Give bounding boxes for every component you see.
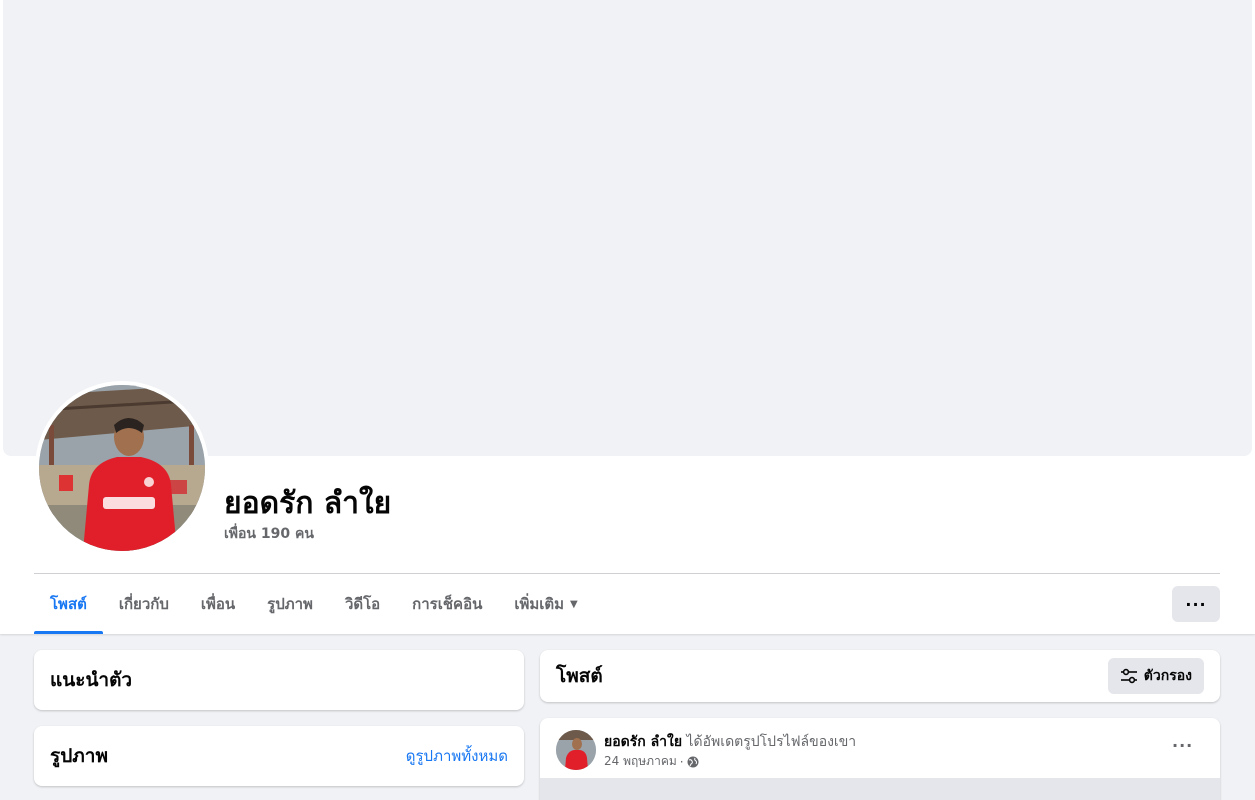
tab-friends-label: เพื่อน (200, 595, 236, 613)
profile-name: ยอดรัก ลำใย (224, 486, 392, 521)
tab-videos[interactable]: วิดีโอ (329, 574, 396, 634)
tab-photos[interactable]: รูปภาพ (251, 574, 329, 634)
tab-checkins-label: การเช็คอิน (412, 595, 483, 613)
post-author-name[interactable]: ยอดรัก ลำใย (604, 734, 682, 750)
posts-header-card: โพสต์ ตัวกรอง (540, 650, 1220, 702)
tab-videos-label: วิดีโอ (344, 595, 381, 613)
meta-separator: · (679, 754, 684, 769)
post-action-text: ได้อัพเดตรูปโปรไฟล์ของเขา (686, 734, 857, 750)
see-all-photos-link[interactable]: ดูรูปภาพทั้งหมด (406, 744, 508, 768)
cover-photo[interactable] (3, 0, 1252, 456)
filter-icon (1120, 668, 1137, 684)
tab-photos-label: รูปภาพ (267, 595, 313, 613)
post-card: ยอดรัก ลำใย ได้อัพเดตรูปโปรไฟล์ของเขา 24… (540, 718, 1220, 800)
post-author-avatar[interactable] (556, 730, 596, 770)
photos-title: รูปภาพ (50, 745, 108, 767)
tab-posts[interactable]: โพสต์ (34, 574, 103, 634)
tab-friends[interactable]: เพื่อน (185, 574, 251, 634)
intro-title: แนะนำตัว (50, 669, 133, 691)
photos-card: รูปภาพ ดูรูปภาพทั้งหมด (34, 726, 524, 786)
filter-button[interactable]: ตัวกรอง (1107, 658, 1204, 694)
intro-card: แนะนำตัว (34, 650, 524, 710)
globe-icon (687, 756, 699, 767)
posts-title: โพสต์ (556, 665, 603, 687)
post-date[interactable]: 24 พฤษภาคม (604, 752, 677, 771)
tab-about[interactable]: เกี่ยวกับ (103, 574, 185, 634)
tab-checkins[interactable]: การเช็คอิน (396, 574, 498, 634)
profile-picture[interactable] (35, 381, 209, 555)
filter-label: ตัวกรอง (1143, 668, 1192, 684)
tab-posts-label: โพสต์ (50, 595, 87, 613)
post-image[interactable] (540, 778, 1220, 800)
profile-tabs: โพสต์ เกี่ยวกับ เพื่อน รูปภาพ วิดีโอ การ… (34, 574, 594, 634)
post-meta: 24 พฤษภาคม · (604, 752, 699, 771)
tab-more-label: เพิ่มเติม (514, 595, 565, 613)
post-header: ยอดรัก ลำใย ได้อัพเดตรูปโปรไฟล์ของเขา (604, 731, 856, 753)
post-options-button[interactable]: ··· (1172, 736, 1193, 755)
profile-picture-image (39, 385, 205, 551)
more-options-button[interactable]: ··· (1172, 586, 1220, 622)
friends-count[interactable]: เพื่อน 190 คน (224, 523, 314, 545)
caret-down-icon: ▼ (570, 598, 578, 610)
tab-about-label: เกี่ยวกับ (118, 595, 169, 613)
tab-more[interactable]: เพิ่มเติม ▼ (498, 574, 593, 634)
